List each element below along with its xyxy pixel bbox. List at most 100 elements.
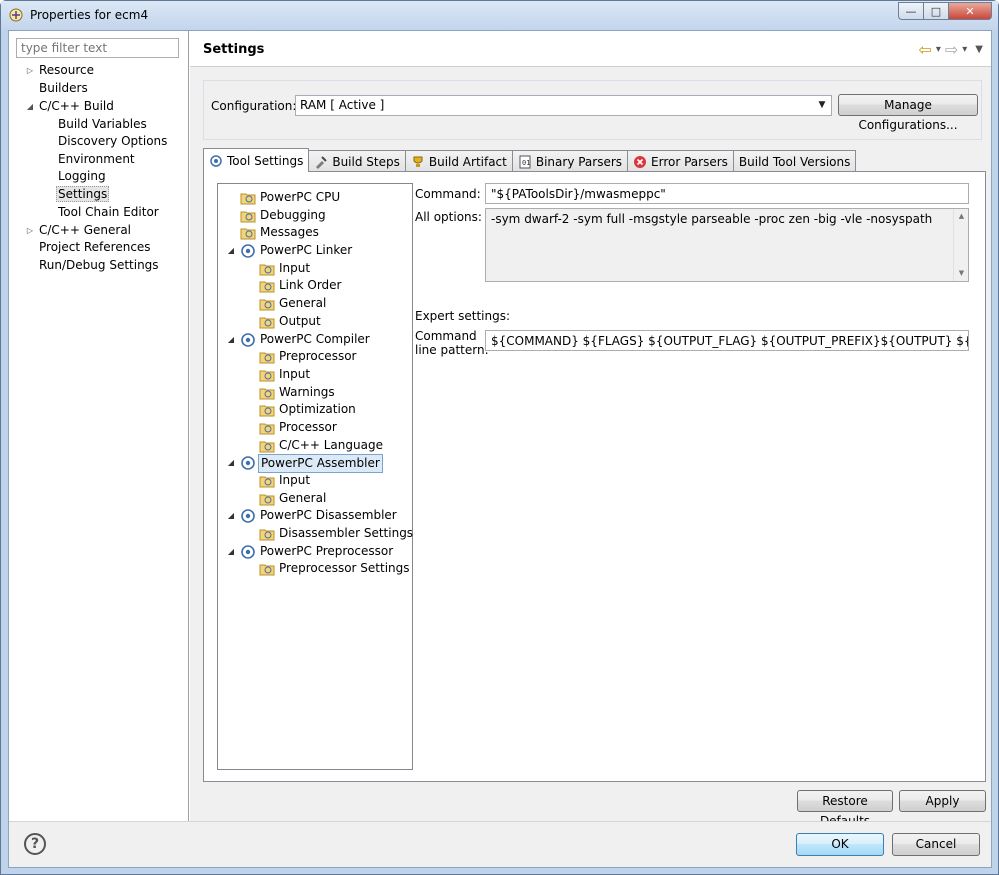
configuration-select[interactable]: RAM [ Active ] ▼	[295, 95, 832, 116]
configuration-label: Configuration:	[211, 99, 297, 113]
apply-button[interactable]: Apply	[899, 790, 986, 812]
view-menu-icon[interactable]: ▼	[975, 44, 983, 55]
tree-item-disassembler-settings[interactable]: Disassembler Settings	[218, 525, 413, 542]
tool-tree: PowerPC CPU Debugging Messages ◢ PowerPC…	[217, 183, 413, 770]
nav-item-build-variables[interactable]: Build Variables	[58, 116, 147, 133]
tree-item-assembler-general[interactable]: General	[218, 490, 408, 507]
tree-item-powerpc-compiler[interactable]: ◢ PowerPC Compiler	[218, 331, 408, 348]
maximize-button[interactable]: □	[923, 2, 949, 20]
tree-item-link-order[interactable]: Link Order	[218, 277, 408, 294]
scroll-up-icon[interactable]: ▲	[954, 209, 968, 224]
nav-item-label: Settings	[56, 186, 110, 202]
nav-item-tool-chain-editor[interactable]: Tool Chain Editor	[58, 204, 159, 221]
tree-item-label: General	[279, 491, 327, 505]
tree-item-powerpc-disassembler[interactable]: ◢ PowerPC Disassembler	[218, 507, 408, 524]
nav-item-logging[interactable]: Logging	[58, 168, 106, 185]
title-bar[interactable]: Properties for ecm4 — □ ✕	[1, 1, 998, 30]
tree-item-powerpc-linker[interactable]: ◢ PowerPC Linker	[218, 242, 408, 259]
tab-label: Build Tool Versions	[738, 154, 851, 169]
nav-pane: ▷ Resource Builders ◢ C/C++ Build Build …	[9, 31, 189, 821]
tree-item-cpp-language[interactable]: C/C++ Language	[218, 437, 408, 454]
command-line-pattern-label-1: Command	[415, 329, 477, 343]
manage-configurations-button[interactable]: Manage Configurations...	[838, 94, 978, 132]
collapse-arrow-icon[interactable]: ◢	[226, 543, 236, 560]
nav-item-run-debug-settings[interactable]: Run/Debug Settings	[39, 257, 159, 274]
tab-build-tool-versions[interactable]: Build Tool Versions	[732, 150, 857, 172]
options-folder-icon	[259, 494, 275, 506]
tree-item-label: Optimization	[279, 402, 356, 416]
tree-item-label: PowerPC Preprocessor	[260, 544, 394, 558]
nav-item-project-references[interactable]: Project References	[39, 239, 151, 256]
error-icon	[634, 155, 647, 168]
tree-item-processor[interactable]: Processor	[218, 419, 408, 436]
dropdown-arrow-icon[interactable]: ▼	[814, 97, 830, 114]
options-folder-icon	[259, 264, 275, 276]
tree-item-linker-general[interactable]: General	[218, 295, 408, 312]
collapse-arrow-icon[interactable]: ◢	[226, 507, 236, 524]
back-arrow-icon[interactable]: ⇦	[918, 40, 931, 59]
tool-settings-panel: PowerPC CPU Debugging Messages ◢ PowerPC…	[203, 171, 986, 782]
cancel-button[interactable]: Cancel	[892, 833, 980, 856]
help-icon[interactable]: ?	[24, 833, 46, 855]
tree-item-preprocessor-settings[interactable]: Preprocessor Settings	[218, 560, 410, 577]
forward-arrow-icon[interactable]: ⇨	[945, 40, 958, 59]
scroll-down-icon[interactable]: ▼	[954, 266, 968, 281]
history-controls: ⇦ ▾ ⇨ ▾ ▼	[918, 40, 983, 59]
close-button[interactable]: ✕	[948, 2, 992, 20]
minimize-button[interactable]: —	[898, 2, 924, 20]
all-options-field[interactable]: -sym dwarf-2 -sym full -msgstyle parseab…	[485, 208, 969, 282]
tab-label: Binary Parsers	[535, 154, 623, 169]
expert-settings-label: Expert settings:	[415, 309, 511, 323]
tree-item-powerpc-assembler[interactable]: ◢ PowerPC Assembler	[218, 454, 408, 473]
tab-binary-parsers[interactable]: 01 Binary Parsers	[511, 150, 629, 172]
tree-item-messages[interactable]: Messages	[218, 224, 408, 241]
tree-item-label: PowerPC CPU	[260, 190, 341, 204]
collapse-arrow-icon[interactable]: ◢	[25, 98, 35, 115]
tab-build-artifact[interactable]: Build Artifact	[404, 150, 513, 172]
tree-item-label: Input	[279, 261, 311, 275]
tab-build-steps[interactable]: Build Steps	[308, 150, 406, 172]
command-line-pattern-field[interactable]: ${COMMAND} ${FLAGS} ${OUTPUT_FLAG} ${OUT…	[485, 330, 969, 351]
filter-input[interactable]	[16, 38, 179, 58]
options-folder-icon	[259, 299, 275, 311]
tree-item-linker-input[interactable]: Input	[218, 260, 408, 277]
tab-tool-settings[interactable]: Tool Settings	[203, 148, 310, 172]
minimize-icon: —	[905, 4, 917, 18]
tree-item-label: Disassembler Settings	[279, 526, 414, 540]
tree-item-compiler-input[interactable]: Input	[218, 366, 408, 383]
tab-error-parsers[interactable]: Error Parsers	[627, 150, 734, 172]
tree-item-assembler-input[interactable]: Input	[218, 472, 408, 489]
forward-dropdown-icon[interactable]: ▾	[962, 44, 967, 55]
nav-item-label: Tool Chain Editor	[58, 205, 159, 219]
tree-item-linker-output[interactable]: Output	[218, 313, 408, 330]
all-options-scrollbar[interactable]: ▲ ▼	[953, 209, 968, 281]
tree-item-warnings[interactable]: Warnings	[218, 384, 408, 401]
tree-item-compiler-preprocessor[interactable]: Preprocessor	[218, 348, 408, 365]
build-steps-icon	[316, 155, 328, 169]
ok-button[interactable]: OK	[796, 833, 884, 856]
nav-item-discovery-options[interactable]: Discovery Options	[58, 133, 167, 150]
command-field[interactable]: "${PAToolsDir}/mwasmeppc"	[485, 183, 969, 204]
collapse-arrow-icon[interactable]: ◢	[226, 331, 236, 348]
expand-arrow-icon[interactable]: ▷	[25, 222, 35, 239]
nav-item-settings[interactable]: Settings	[56, 186, 110, 203]
options-folder-icon	[259, 317, 275, 329]
tree-item-powerpc-preprocessor[interactable]: ◢ PowerPC Preprocessor	[218, 543, 408, 560]
restore-defaults-button[interactable]: Restore Defaults	[797, 790, 893, 828]
tree-item-label: PowerPC Assembler	[258, 454, 383, 473]
expand-arrow-icon[interactable]: ▷	[25, 62, 35, 79]
nav-item-label: C/C++ General	[39, 223, 132, 237]
tree-item-powerpc-cpu[interactable]: PowerPC CPU	[218, 189, 408, 206]
tree-item-label: Messages	[260, 225, 319, 239]
collapse-arrow-icon[interactable]: ◢	[226, 242, 236, 259]
tab-label: Build Artifact	[428, 154, 507, 169]
nav-item-builders[interactable]: Builders	[39, 80, 88, 97]
command-line-pattern-label-2: line pattern:	[415, 343, 489, 357]
back-dropdown-icon[interactable]: ▾	[936, 44, 941, 55]
dialog-button-bar: ? OK Cancel	[9, 821, 991, 867]
nav-item-environment[interactable]: Environment	[58, 151, 135, 168]
nav-item-label: Run/Debug Settings	[39, 258, 159, 272]
tree-item-debugging[interactable]: Debugging	[218, 207, 408, 224]
tree-item-optimization[interactable]: Optimization	[218, 401, 408, 418]
collapse-arrow-icon[interactable]: ◢	[226, 454, 236, 471]
